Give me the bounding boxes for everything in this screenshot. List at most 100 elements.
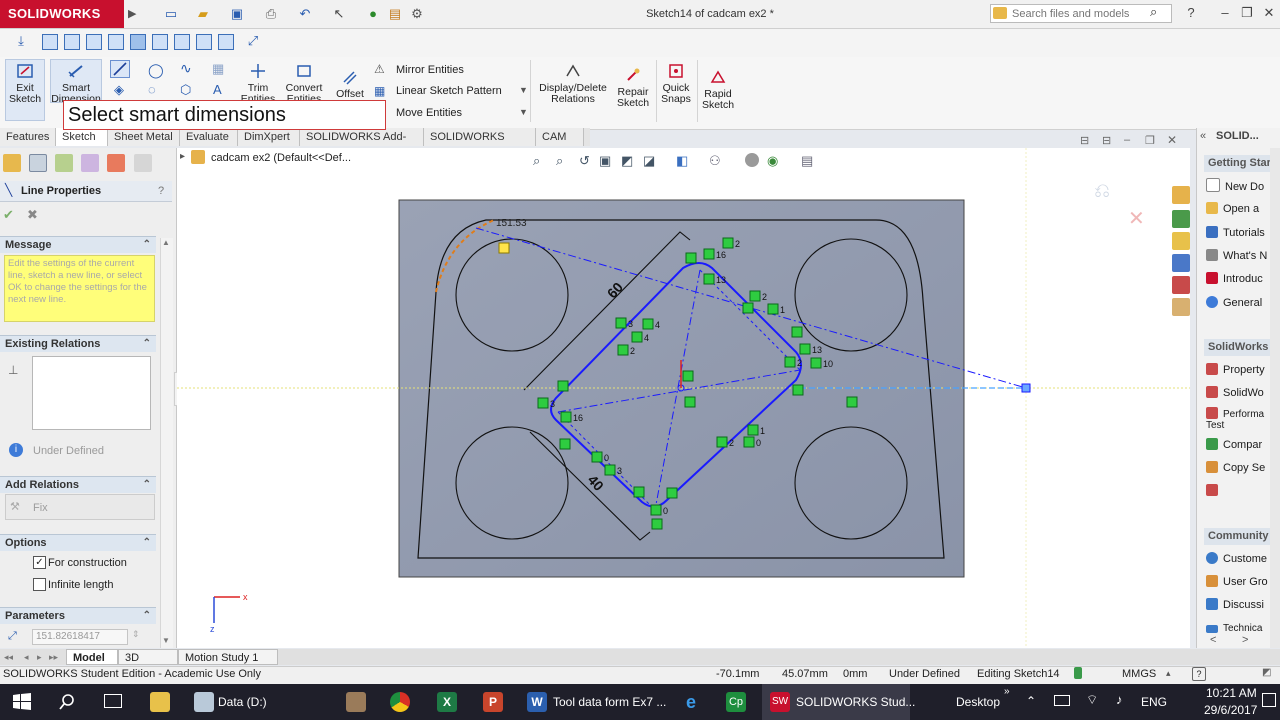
relation-marker[interactable]: [799, 343, 811, 355]
rectangle-icon[interactable]: ◈: [114, 82, 124, 98]
relation-marker[interactable]: [685, 252, 697, 264]
word-icon[interactable]: W: [527, 692, 547, 712]
taskbar-tool-data[interactable]: Tool data form Ex7 ...: [553, 684, 666, 720]
add-relations-header[interactable]: Add Relations ⌃: [0, 476, 156, 493]
dimxpert-manager-icon[interactable]: [81, 154, 99, 172]
doc-minimize-icon[interactable]: –: [1124, 134, 1130, 146]
task-pane-collapse-icon[interactable]: «: [1200, 130, 1206, 142]
task-item-property[interactable]: Property: [1206, 363, 1280, 383]
task-item-whats-new[interactable]: What's N: [1206, 249, 1280, 269]
tab-sheet-metal[interactable]: Sheet Metal: [108, 128, 180, 146]
relation-marker[interactable]: [747, 424, 759, 436]
tab-motion-study[interactable]: Motion Study 1: [178, 649, 278, 665]
polygon-icon[interactable]: ⬡: [180, 82, 191, 98]
select-pointer-icon[interactable]: ↖: [330, 5, 348, 23]
status-help-button[interactable]: ?: [1192, 667, 1206, 681]
task-item-copy-settings[interactable]: Copy Se: [1206, 461, 1280, 481]
linear-sketch-pattern-button[interactable]: Linear Sketch Pattern: [396, 85, 502, 97]
task-pane-forward-icon[interactable]: >: [1242, 634, 1248, 646]
relation-marker[interactable]: [650, 504, 662, 516]
relation-marker[interactable]: [703, 273, 715, 285]
insert-icon[interactable]: ⤓: [12, 32, 30, 50]
relation-marker[interactable]: [560, 411, 572, 423]
relation-marker[interactable]: [537, 397, 549, 409]
solidworks-taskbar-icon[interactable]: SW: [770, 692, 790, 712]
windows-start-icon[interactable]: [12, 692, 32, 712]
powerpoint-icon[interactable]: P: [483, 692, 503, 712]
length-input[interactable]: 151.82618417: [32, 629, 128, 645]
message-header[interactable]: Message ⌃: [0, 236, 156, 253]
tab-solidworks-addins[interactable]: SOLIDWORKS Add-Ins: [300, 128, 424, 161]
taskbar-desktop[interactable]: Desktop: [956, 684, 1000, 720]
minimize-icon[interactable]: –: [1216, 4, 1234, 22]
relation-marker[interactable]: [557, 380, 569, 392]
chrome-icon[interactable]: [390, 692, 410, 712]
collapse-icon[interactable]: ⌃: [138, 477, 151, 493]
view-back-icon[interactable]: [64, 34, 80, 50]
relation-marker[interactable]: [631, 331, 643, 343]
home-icon[interactable]: [1172, 186, 1190, 204]
property-manager-icon[interactable]: [29, 154, 47, 172]
mirror-entities-button[interactable]: Mirror Entities: [396, 64, 464, 76]
link-view-icon[interactable]: ⤢: [244, 32, 262, 50]
move-entities-button[interactable]: Move Entities: [396, 107, 462, 119]
panel-scrollbar[interactable]: [160, 238, 173, 648]
taskbar-time[interactable]: 10:21 AM: [1206, 686, 1257, 700]
scroll-down-icon[interactable]: ▼: [162, 636, 170, 645]
task-item-customer-portal[interactable]: Custome: [1206, 552, 1280, 572]
sketch-canvas[interactable]: 151.53 60 40 2161321432421310316032 010 x…: [177, 148, 1190, 648]
display-delete-relations-button[interactable]: Display/Delete Relations: [536, 62, 610, 105]
pattern-dropdown-icon[interactable]: ▼: [519, 85, 528, 95]
quick-snaps-button[interactable]: Quick Snaps: [658, 62, 694, 105]
save-icon[interactable]: ▣: [228, 5, 246, 23]
tab-cam[interactable]: CAM: [536, 128, 584, 146]
app-taskbar-icon[interactable]: [346, 692, 366, 712]
parameters-header[interactable]: Parameters ⌃: [0, 607, 156, 624]
relation-marker[interactable]: [642, 318, 654, 330]
relation-marker[interactable]: [617, 344, 629, 356]
collapse-icon[interactable]: ⌃: [138, 608, 151, 624]
getting-started-header[interactable]: Getting Star: [1204, 155, 1280, 172]
desktop-chevron-icon[interactable]: »: [1004, 686, 1010, 697]
repair-sketch-button[interactable]: Repair Sketch: [612, 66, 654, 109]
cp-icon[interactable]: Cp: [726, 692, 746, 712]
task-item-introducing[interactable]: Introduc: [1206, 272, 1280, 292]
tab-evaluate[interactable]: Evaluate: [180, 128, 238, 146]
tab-sketch[interactable]: Sketch: [56, 128, 108, 146]
task-item-solidworks-rx[interactable]: SolidWo: [1206, 386, 1280, 406]
rebuild-status-icon[interactable]: [1074, 667, 1082, 679]
move-dropdown-icon[interactable]: ▼: [519, 107, 528, 117]
task-item-new-document[interactable]: New Do: [1206, 178, 1280, 198]
relation-marker[interactable]: [633, 486, 645, 498]
edge-icon[interactable]: e: [681, 692, 701, 712]
relation-marker[interactable]: [615, 317, 627, 329]
view-trimetric-icon[interactable]: [218, 34, 234, 50]
trim-entities-button[interactable]: Trim Entities: [236, 62, 280, 105]
task-item-discussion[interactable]: Discussi: [1206, 598, 1280, 618]
solidworks-tools-header[interactable]: SolidWorks: [1204, 339, 1280, 356]
configuration-manager-icon[interactable]: [55, 154, 73, 172]
rebuild-icon[interactable]: ●: [364, 5, 382, 23]
battery-icon[interactable]: [1054, 695, 1070, 706]
menu-arrow-icon[interactable]: ▶: [128, 7, 136, 20]
file-explorer-taskbar-icon[interactable]: [150, 692, 170, 712]
doc-close-icon[interactable]: ✕: [1167, 133, 1177, 147]
file-properties-icon[interactable]: ▤: [386, 5, 404, 23]
circle-icon[interactable]: ◯: [148, 62, 164, 79]
infinite-length-checkbox[interactable]: [33, 578, 46, 591]
community-header[interactable]: Community: [1204, 528, 1280, 545]
task-item-user-groups[interactable]: User Gro: [1206, 575, 1280, 595]
task-item-performance[interactable]: Performa Test: [1206, 407, 1280, 433]
view-palette-icon[interactable]: [1172, 276, 1190, 294]
task-item-technical[interactable]: Technica: [1206, 622, 1280, 634]
feature-manager-icon[interactable]: [3, 154, 21, 172]
print-icon[interactable]: ⎙: [262, 5, 280, 23]
excel-icon[interactable]: X: [437, 692, 457, 712]
help-icon[interactable]: ?: [1182, 4, 1200, 22]
existing-relations-header[interactable]: Existing Relations ⌃: [0, 335, 156, 352]
doc-restore-icon[interactable]: ❐: [1145, 134, 1155, 147]
view-dimetric-icon[interactable]: [196, 34, 212, 50]
relation-marker[interactable]: [651, 518, 663, 530]
collapse-icon[interactable]: ⌃: [138, 535, 151, 551]
task-pane-scrollbar[interactable]: [1270, 148, 1280, 648]
